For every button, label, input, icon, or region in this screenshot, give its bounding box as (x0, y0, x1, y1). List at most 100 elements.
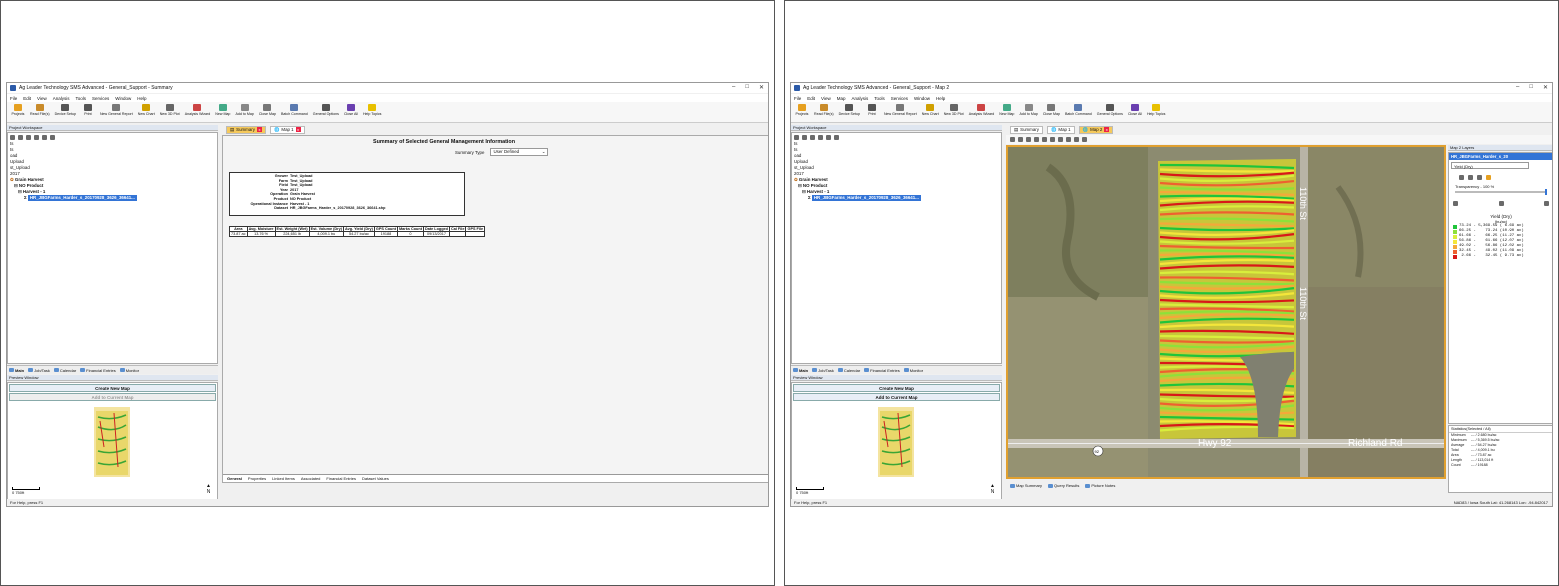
close-tab-icon[interactable]: x (295, 127, 301, 132)
collapse-icon[interactable] (18, 134, 23, 140)
workspace-tab-main[interactable]: Main (793, 368, 808, 373)
chart-icon[interactable] (1477, 175, 1482, 180)
add-to-current-map-button[interactable]: Add to Current Map (9, 393, 216, 401)
selected-dataset[interactable]: HR_JBGFarms_Harder_s_20170928_3626_36641… (27, 195, 137, 201)
toolbar-button-analysis-wizard[interactable]: Analysis Wizard (967, 102, 997, 122)
layer-attribute-select[interactable]: Yield (Dry) (1451, 162, 1529, 169)
right-menu-file[interactable]: File (794, 96, 801, 101)
toolbar-button-new-chart[interactable]: New Chart (136, 102, 157, 122)
workspace-tab-job-task[interactable]: Job/Task (28, 368, 50, 373)
selected-dataset[interactable]: HR_JBGFarms_Harder_s_20170928_3626_36641… (811, 195, 921, 201)
draw-icon[interactable] (1058, 137, 1063, 142)
toolbar-button-device-setup[interactable]: Device Setup (837, 102, 862, 122)
toolbar-button-new-3d-plot[interactable]: New 3D Plot (942, 102, 966, 122)
toolbar-button-new-map[interactable]: New Map (997, 102, 1016, 122)
layer-row[interactable]: HR_JBGFarms_Harder_s_20 (1449, 153, 1552, 160)
toolbar-button-help-topics[interactable]: Help Topics (1145, 102, 1168, 122)
toolbar-button-new-map[interactable]: New Map (213, 102, 232, 122)
workspace-tab-financial-entries[interactable]: Financial Entries (80, 368, 116, 373)
sort-icon[interactable] (810, 134, 815, 140)
workspace-tab-financial-entries[interactable]: Financial Entries (864, 368, 900, 373)
toolbar-button-device-setup[interactable]: Device Setup (53, 102, 78, 122)
toolbar-button-close-map[interactable]: Close Map (257, 102, 278, 122)
tree-item[interactable]: Σ HR_JBGFarms_Harder_s_20170928_3626_366… (10, 195, 217, 201)
right-menu-view[interactable]: View (821, 96, 831, 101)
close-tab-icon[interactable]: x (256, 127, 262, 132)
left-menu-analysis[interactable]: Analysis (53, 96, 70, 101)
toolbar-button-print[interactable]: Print (863, 102, 881, 122)
report-tab-associated[interactable]: Associated (301, 476, 321, 481)
measure-icon[interactable] (1042, 137, 1047, 142)
print-icon[interactable] (1082, 137, 1087, 142)
right-menu-services[interactable]: Services (891, 96, 908, 101)
maximize-icon[interactable]: □ (745, 84, 749, 91)
toolbar-button-batch-command[interactable]: Batch Command (279, 102, 310, 122)
report-tab-properties[interactable]: Properties (248, 476, 266, 481)
map-tab-map-summary[interactable]: Map Summary (1010, 483, 1042, 488)
toolbar-button-new-general-report[interactable]: New General Report (882, 102, 919, 122)
maximize-icon[interactable]: □ (1529, 84, 1533, 91)
minimize-icon[interactable]: – (732, 84, 735, 91)
toolbar-button-batch-command[interactable]: Batch Command (1063, 102, 1094, 122)
grid-icon[interactable] (826, 134, 831, 140)
save-icon[interactable] (1453, 201, 1458, 206)
left-menu-services[interactable]: Services (92, 96, 109, 101)
tab-map-2[interactable]: 🌐 Map 2x (1078, 125, 1114, 134)
toolbar-button-analysis-wizard[interactable]: Analysis Wizard (183, 102, 213, 122)
toolbar-button-help-topics[interactable]: Help Topics (361, 102, 384, 122)
left-menu-tools[interactable]: Tools (75, 96, 86, 101)
collapse-icon[interactable] (802, 134, 807, 140)
filter-icon[interactable] (818, 134, 823, 140)
report-tab-dataset-values[interactable]: Dataset Values (362, 476, 389, 481)
tab-summary[interactable]: ▤ Summary x (226, 125, 266, 134)
toolbar-button-new-chart[interactable]: New Chart (920, 102, 941, 122)
close-icon[interactable]: ✕ (759, 84, 764, 91)
aerial-yield-map[interactable]: 92 Hwy 92 Richland Rd 110th St 110th St (1008, 147, 1444, 477)
workspace-tab-calendar[interactable]: Calendar (837, 368, 860, 373)
toolbar-button-add-to-map[interactable]: Add to Map (233, 102, 255, 122)
workspace-tab-monitor[interactable]: Monitor (119, 368, 139, 373)
toolbar-button-print[interactable]: Print (79, 102, 97, 122)
select-icon[interactable] (1050, 137, 1055, 142)
grid-icon[interactable] (42, 134, 47, 140)
zoom-in-icon[interactable] (1018, 137, 1023, 142)
pan-icon[interactable] (1034, 137, 1039, 142)
report-tab-general[interactable]: General (227, 476, 242, 481)
refresh-icon[interactable] (1544, 201, 1549, 206)
toolbar-button-new-general-report[interactable]: New General Report (98, 102, 135, 122)
right-menu-analysis[interactable]: Analysis (851, 96, 868, 101)
toolbar-button-close-all[interactable]: Close All (342, 102, 360, 122)
workspace-tab-main[interactable]: Main (9, 368, 24, 373)
toolbar-button-read-file-s-[interactable]: Read File(s) (812, 102, 836, 122)
tree-icon[interactable] (50, 134, 55, 140)
right-menu-edit[interactable]: Edit (807, 96, 815, 101)
minimize-icon[interactable]: – (1516, 84, 1519, 91)
create-new-map-button[interactable]: Create New Map (9, 384, 216, 392)
workspace-tab-monitor[interactable]: Monitor (903, 368, 923, 373)
workspace-tab-calendar[interactable]: Calendar (53, 368, 76, 373)
toolbar-button-add-to-map[interactable]: Add to Map (1017, 102, 1039, 122)
right-menu-window[interactable]: Window (914, 96, 930, 101)
right-menu-tools[interactable]: Tools (874, 96, 885, 101)
toolbar-button-projects[interactable]: Projects (9, 102, 27, 122)
close-tab-icon[interactable]: x (1104, 127, 1110, 132)
workspace-tab-job-task[interactable]: Job/Task (812, 368, 834, 373)
toolbar-button-close-map[interactable]: Close Map (1041, 102, 1062, 122)
tab-summary[interactable]: ▤ Summary (1010, 125, 1043, 134)
palette-icon[interactable] (1468, 175, 1473, 180)
layer-icon[interactable] (1066, 137, 1071, 142)
sort-icon[interactable] (26, 134, 31, 140)
toolbar-button-close-all[interactable]: Close All (1126, 102, 1144, 122)
map-view[interactable]: 92 Hwy 92 Richland Rd 110th St 110th St (1006, 145, 1446, 479)
pointer-icon[interactable] (1010, 137, 1015, 142)
transparency-slider[interactable] (1455, 189, 1547, 195)
report-tab-linked-items[interactable]: Linked Items (272, 476, 295, 481)
add-to-current-map-button[interactable]: Add to Current Map (793, 393, 1000, 401)
report-tab-financial-entries[interactable]: Financial Entries (326, 476, 356, 481)
summary-type-select[interactable]: User Defined ⌄ (490, 148, 549, 156)
legend-icon[interactable] (1459, 175, 1464, 180)
expand-icon[interactable] (794, 134, 799, 140)
left-menu-window[interactable]: Window (115, 96, 131, 101)
toolbar-button-new-3d-plot[interactable]: New 3D Plot (158, 102, 182, 122)
tree-item[interactable]: Σ HR_JBGFarms_Harder_s_20170928_3626_366… (794, 195, 1001, 201)
